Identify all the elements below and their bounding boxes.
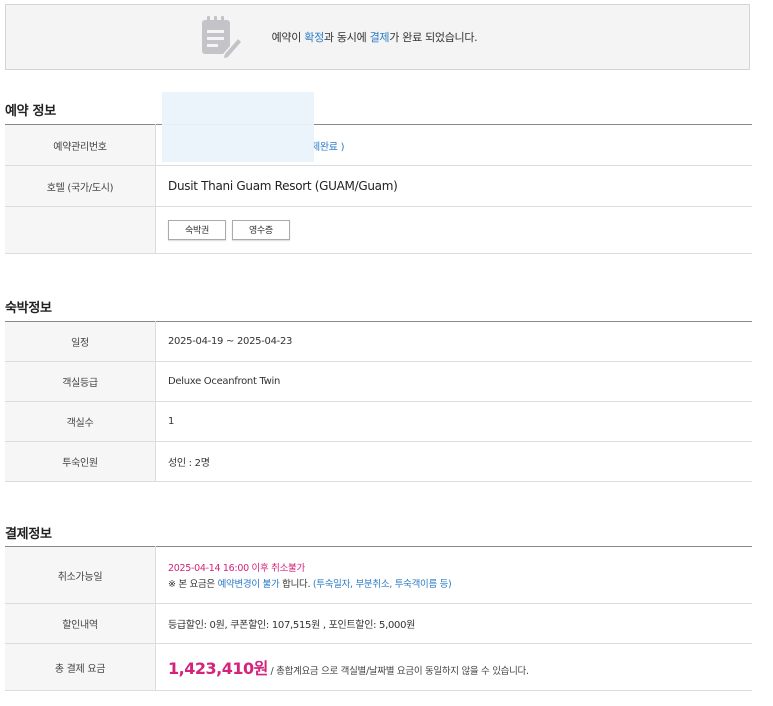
discount-label: 할인내역 [5,603,156,644]
table-row: 숙박권 영수증 [5,206,752,254]
payment-section-title: 결제정보 [5,527,52,542]
cancel-deadline-text: 2025-04-14 16:00 이후 취소불가 [168,563,305,574]
table-row: 예약관리번호 제완료 ) [5,124,752,166]
guests-value: 성인 : 2명 [155,441,752,482]
table-row: 할인내역 등급할인: 0원, 쿠폰할인: 107,515원 , 포인트할인: 5… [5,603,752,644]
table-row: 취소가능일 2025-04-14 16:00 이후 취소불가 ※ 본 요금은 예… [5,546,752,604]
booking-number-label: 예약관리번호 [5,124,156,166]
total-note: / 총합계요금 으로 객실별/날짜별 요금이 동일하지 않을 수 있습니다. [267,666,529,677]
room-count-value: 1 [155,401,752,442]
table-row: 투숙인원 성인 : 2명 [5,441,752,482]
room-grade-label: 객실등급 [5,361,156,402]
hotel-label: 호텔 (국가/도시) [5,165,156,207]
schedule-value: 2025-04-19 ~ 2025-04-23 [155,321,752,362]
table-row: 호텔 (국가/도시) Dusit Thani Guam Resort (GUAM… [5,165,752,207]
receipt-button[interactable]: 영수증 [231,220,290,240]
total-payment-value: 1,423,410원 / 총합계요금 으로 객실별/날짜별 요금이 동일하지 않… [155,643,752,691]
guests-label: 투숙인원 [5,441,156,482]
table-row: 객실수 1 [5,401,752,442]
voucher-button[interactable]: 숙박권 [168,220,226,240]
table-row: 총 결제 요금 1,423,410원 / 총합계요금 으로 객실별/날짜별 요금… [5,643,752,691]
payment-table: 취소가능일 2025-04-14 16:00 이후 취소불가 ※ 본 요금은 예… [5,546,752,691]
buttons-label [5,206,156,254]
room-count-label: 객실수 [5,401,156,442]
total-payment-label: 총 결제 요금 [5,643,156,691]
room-grade-value: Deluxe Oceanfront Twin [155,361,752,402]
total-amount: 1,423,410원 [168,659,268,678]
document-edit-icon [201,16,243,60]
table-row: 일정 2025-04-19 ~ 2025-04-23 [5,321,752,362]
cancel-deadline-label: 취소가능일 [5,546,156,604]
table-row: 객실등급 Deluxe Oceanfront Twin [5,361,752,402]
cancel-deadline-value: 2025-04-14 16:00 이후 취소불가 ※ 본 요금은 예약변경이 불… [155,546,752,604]
cancel-policy-note: ※ 본 요금은 예약변경이 불가 합니다. (투숙일자, 부분취소, 투숙객이름… [168,579,452,590]
stay-section-title: 숙박정보 [5,301,52,316]
schedule-label: 일정 [5,321,156,362]
hotel-value: Dusit Thani Guam Resort (GUAM/Guam) [155,165,752,207]
discount-value: 등급할인: 0원, 쿠폰할인: 107,515원 , 포인트할인: 5,000원 [155,603,752,644]
confirmation-banner: 예약이 확정과 동시에 결제가 완료 되었습니다. [5,4,750,70]
reservation-section-title: 예약 정보 [5,104,56,119]
stay-table: 일정 2025-04-19 ~ 2025-04-23 객실등급 Deluxe O… [5,321,752,482]
booking-status: 제완료 ) [311,141,345,153]
redacted-area [162,92,314,162]
confirmation-message: 예약이 확정과 동시에 결제가 완료 되었습니다. [271,31,478,44]
document-buttons: 숙박권 영수증 [155,206,752,254]
reservation-table: 예약관리번호 제완료 ) 호텔 (국가/도시) Dusit Thani Guam… [5,124,752,254]
